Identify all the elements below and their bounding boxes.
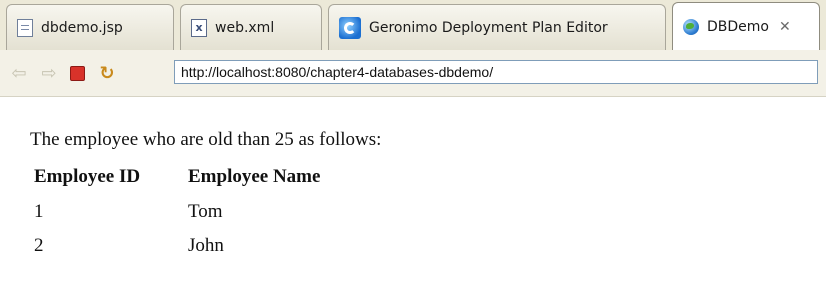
xml-file-icon: x xyxy=(191,18,207,37)
table-row: 1 Tom xyxy=(34,195,320,229)
url-input[interactable] xyxy=(174,60,818,84)
tab-geronimo-deployment-plan-editor[interactable]: Geronimo Deployment Plan Editor xyxy=(328,4,666,50)
tab-label: web.xml xyxy=(215,19,275,36)
table-header-row: Employee ID Employee Name xyxy=(34,159,320,195)
tab-dbdemo[interactable]: DBDemo ✕ xyxy=(672,2,820,51)
tab-web-xml[interactable]: x web.xml xyxy=(180,4,322,50)
table-row: 2 John xyxy=(34,229,320,263)
tab-label: DBDemo xyxy=(707,19,769,35)
forward-arrow-icon[interactable]: ⇨ xyxy=(38,62,60,84)
close-icon[interactable]: ✕ xyxy=(779,19,791,35)
tab-dbdemo-jsp[interactable]: dbdemo.jsp xyxy=(6,4,174,50)
browser-toolbar: ⇦ ⇨ ↻ xyxy=(0,50,826,97)
employee-name-cell: Tom xyxy=(188,201,223,222)
employee-id-cell: 1 xyxy=(34,201,44,222)
employee-id-cell: 2 xyxy=(34,235,44,256)
globe-icon xyxy=(683,19,699,35)
back-arrow-icon[interactable]: ⇦ xyxy=(8,62,30,84)
refresh-icon[interactable]: ↻ xyxy=(96,62,118,84)
web-page-content: The employee who are old than 25 as foll… xyxy=(0,97,826,300)
column-header-employee-name: Employee Name xyxy=(188,166,321,187)
employee-name-cell: John xyxy=(188,235,224,256)
column-header-employee-id: Employee ID xyxy=(34,166,141,187)
stop-button[interactable] xyxy=(66,62,88,84)
geronimo-icon xyxy=(339,16,361,39)
tab-label: Geronimo Deployment Plan Editor xyxy=(369,19,608,36)
editor-tab-bar: dbdemo.jsp x web.xml Geronimo Deployment… xyxy=(0,0,826,51)
employee-table: Employee ID Employee Name 1 Tom 2 John xyxy=(34,159,320,263)
intro-text: The employee who are old than 25 as foll… xyxy=(30,129,382,150)
stop-icon xyxy=(69,65,85,81)
tab-label: dbdemo.jsp xyxy=(41,19,123,36)
jsp-file-icon xyxy=(17,18,33,37)
